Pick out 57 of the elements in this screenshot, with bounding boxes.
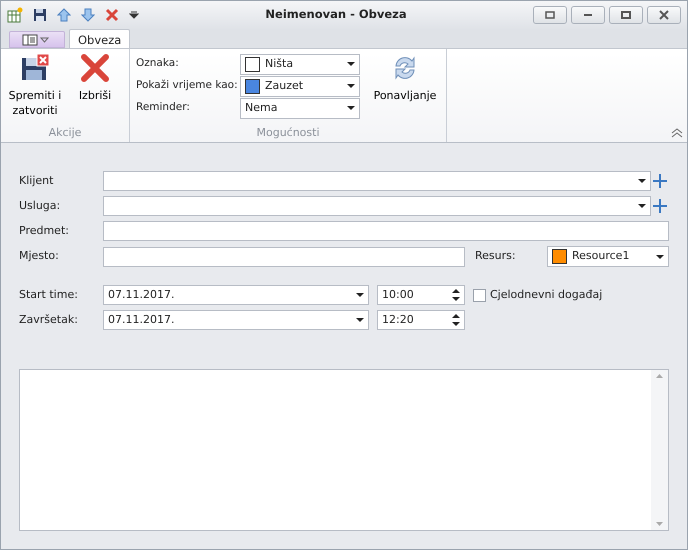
scroll-up-icon[interactable] bbox=[656, 374, 663, 378]
time-field[interactable]: 12:20 bbox=[377, 310, 465, 330]
group-caption: Mogućnosti bbox=[255, 125, 321, 141]
spin-arrows-icon[interactable] bbox=[452, 313, 460, 327]
text-field[interactable] bbox=[103, 246, 465, 266]
arrow-down-icon[interactable] bbox=[81, 8, 95, 22]
field-label: Klijent bbox=[19, 172, 54, 189]
field-label: Mjesto: bbox=[19, 248, 60, 264]
field-label: Pokaži vrijeme kao: bbox=[136, 78, 239, 94]
field-label: Predmet: bbox=[19, 222, 70, 239]
save-icon[interactable] bbox=[33, 8, 47, 22]
close-button[interactable] bbox=[647, 6, 681, 24]
collapse-ribbon-icon[interactable] bbox=[671, 128, 683, 138]
field-label: Resurs: bbox=[475, 248, 517, 264]
minimize-button[interactable] bbox=[571, 6, 605, 24]
close-icon bbox=[658, 10, 670, 20]
save-close-icon bbox=[20, 53, 50, 83]
minimize-icon bbox=[584, 14, 592, 16]
date-field[interactable]: 07.11.2017. bbox=[103, 285, 369, 305]
combo-field[interactable] bbox=[103, 171, 651, 191]
time-field[interactable]: 10:00 bbox=[377, 285, 465, 305]
close-icon[interactable] bbox=[105, 8, 119, 22]
maximize-icon bbox=[620, 10, 632, 20]
field-label: Start time: bbox=[19, 286, 79, 303]
text-field[interactable] bbox=[103, 221, 669, 241]
field-label: Usluga: bbox=[19, 198, 62, 214]
recurrence-button[interactable]: Ponavljanje bbox=[370, 53, 440, 125]
field-label: Oznaka: bbox=[136, 56, 180, 72]
dropdown-field[interactable]: Resource1 bbox=[547, 246, 669, 267]
window-title: Neimenovan - Obveza bbox=[264, 6, 408, 24]
new-appointment-icon[interactable] bbox=[7, 7, 23, 23]
group-caption: Akcije bbox=[48, 125, 82, 141]
field-label: Reminder: bbox=[136, 100, 191, 116]
scrollbar[interactable] bbox=[651, 370, 668, 530]
notes-field[interactable] bbox=[19, 369, 669, 531]
add-icon[interactable] bbox=[651, 172, 669, 190]
spin-arrows-icon[interactable] bbox=[452, 288, 460, 302]
delete-icon bbox=[80, 53, 110, 83]
field-label: Završetak: bbox=[19, 312, 79, 328]
arrow-up-icon[interactable] bbox=[57, 8, 71, 22]
checkbox[interactable]: Cjelodnevni događaj bbox=[473, 286, 602, 304]
maximize-button[interactable] bbox=[609, 6, 643, 24]
scroll-down-icon[interactable] bbox=[656, 522, 663, 526]
full-screen-icon bbox=[544, 10, 556, 20]
panel-dropdown-icon bbox=[22, 34, 52, 46]
ribbon-tab[interactable]: Obveza bbox=[69, 29, 130, 48]
delete-button[interactable]: Izbriši bbox=[67, 53, 123, 125]
dropdown-field[interactable]: Nema bbox=[240, 98, 360, 118]
combo-field[interactable] bbox=[103, 196, 651, 216]
date-field[interactable]: 07.11.2017. bbox=[103, 310, 369, 330]
dropdown-field[interactable]: Zauzet bbox=[240, 76, 360, 96]
customize-dropdown-icon[interactable] bbox=[129, 10, 139, 20]
application-menu-button[interactable] bbox=[9, 31, 65, 48]
save-close-button[interactable]: Spremiti i zatvoriti bbox=[7, 53, 63, 125]
add-icon[interactable] bbox=[651, 197, 669, 215]
fullscreen-button[interactable] bbox=[533, 6, 567, 24]
dropdown-field[interactable]: Ništa bbox=[240, 54, 360, 74]
